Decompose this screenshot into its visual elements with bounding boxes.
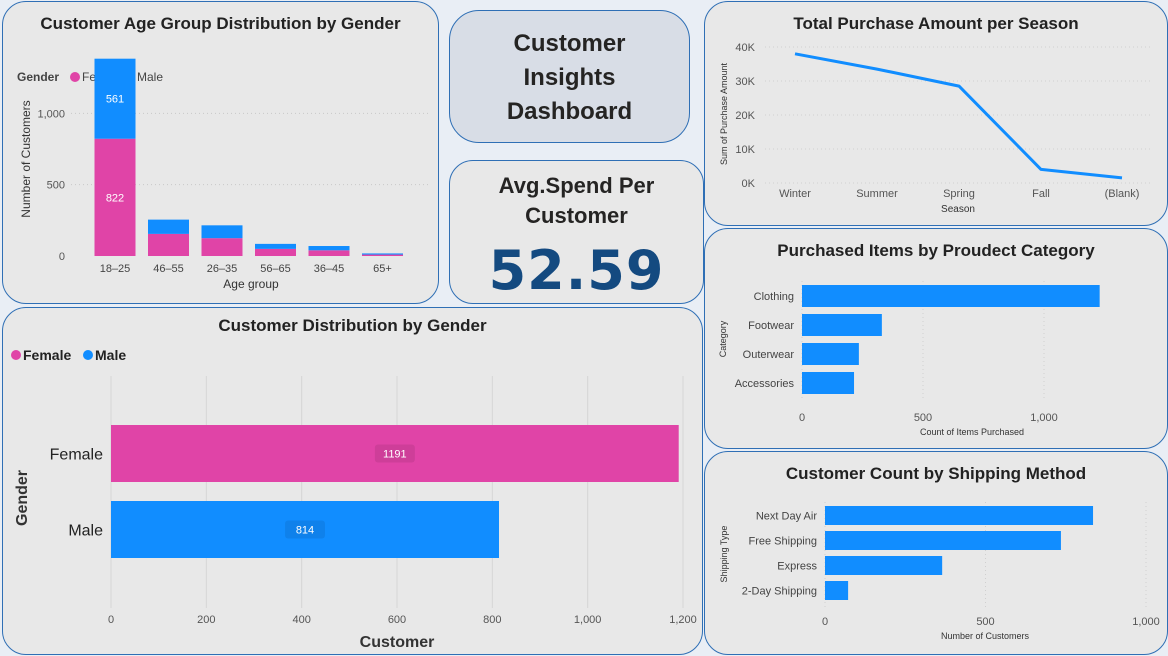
bar-outerwear [802,343,859,365]
bar-male [255,243,296,249]
season-line-chart: 0K 10K 20K 30K 40K Winter Summer Spring Fall (Bla… [719,42,1150,215]
x-tick-label: 56–65 [260,263,291,275]
x-tick-label: 400 [292,614,310,626]
y-tick-label: Free Shipping [749,536,818,548]
y-tick-label: 20K [735,110,755,122]
shipping-bar-chart: 0 500 1,000 Next Day Air Free Shipping Expres… [719,502,1160,641]
bar-footwear [802,314,882,336]
x-tick-label: 600 [388,614,406,626]
x-tick-label: 500 [976,616,994,628]
x-tick-label: 1,000 [1132,616,1160,628]
series-line [794,52,1123,180]
bar-shipping [825,556,943,575]
x-tick-label: 46–55 [153,263,184,275]
legend-title: Gender [17,70,59,84]
legend-marker-male [83,350,93,360]
x-tick-label: 36–45 [314,263,345,275]
x-tick-label: (Blank) [1105,188,1140,200]
bar-clothing [802,285,1100,307]
dashboard-title: Customer Insights Dashboard [506,30,633,125]
bar-shipping [825,531,1061,550]
y-tick-label: Clothing [754,291,794,303]
x-tick-label: 65+ [373,263,392,275]
x-tick-label: 26–35 [207,263,238,275]
dashboard-title-card: Customer Insights Dashboard [449,10,690,143]
bar-male [362,253,403,255]
y-tick-label: Next Day Air [756,511,817,523]
bar-shipping [825,506,1094,525]
bar-female [308,250,350,256]
bar-female [201,238,243,256]
x-tick-label: 0 [799,412,805,424]
y-tick-label: 40K [735,42,755,54]
y-tick-label: 0 [59,251,65,263]
y-tick-label: 30K [735,76,755,88]
legend-marker-female [70,72,80,82]
x-tick-label: 200 [197,614,215,626]
bar-accessories [802,372,855,394]
y-tick-label: 0K [742,178,756,190]
y-axis-label: Shipping Type [719,526,729,583]
bar-shipping [825,581,849,600]
age-group-chart: GenderFemaleMale05001,000Number of Custo… [17,58,428,291]
kpi-label: Avg.Spend Per Customer [498,173,655,228]
x-tick-label: Summer [856,188,898,200]
category-chart-card: Purchased Items by Proudect Category 0 50… [704,228,1168,449]
data-label: 822 [106,192,124,204]
x-tick-label: 1,200 [669,614,697,626]
x-tick-label: 1,000 [574,614,602,626]
x-tick-label: 1,000 [1030,412,1058,424]
data-label: 561 [106,94,124,106]
category-bar-chart: 0 500 1,000 Clothing Footwear Outerwear Access… [718,281,1100,437]
y-tick-label: 10K [735,144,755,156]
x-axis-label: Count of Items Purchased [920,427,1024,437]
y-axis-label: Number of Customers [19,100,33,217]
shipping-chart-card: Customer Count by Shipping Method 0 500 1,… [704,451,1168,655]
x-tick-label: Fall [1032,188,1050,200]
y-tick-label: Male [68,523,103,540]
legend-marker-female [11,350,21,360]
x-tick-label: Spring [943,188,975,200]
bar-male [148,219,189,234]
y-tick-label: 1,000 [37,108,65,120]
gender-distribution-card: Customer Distribution by Gender Female Ma… [2,307,703,655]
x-tick-label: 18–25 [100,263,131,275]
legend-label-male: Male [137,70,163,84]
kpi-value: 52.59 [488,239,665,302]
x-tick-label: 800 [483,614,501,626]
x-tick-label: 0 [822,616,828,628]
y-tick-label: Footwear [748,320,794,332]
legend-label-female: Female [23,347,71,363]
avg-spend-kpi-card: Avg.Spend Per Customer 52.59 [449,160,704,304]
y-tick-label: Express [777,561,817,573]
gender-distribution-chart: Female Male 0 200 400 600 800 1,000 1,200 Female 1… [11,347,697,651]
bar-male [201,225,243,239]
bar-female [148,233,189,256]
data-label: 1191 [383,449,407,461]
x-tick-label: 0 [108,614,114,626]
legend-label-male: Male [95,347,126,363]
age-group-chart-card: Customer Age Group Distribution by Gende… [2,1,439,304]
bar-female [362,254,403,256]
season-chart-card: Total Purchase Amount per Season 0K 10K 20… [704,1,1168,226]
x-axis-label: Age group [223,277,279,291]
y-axis-label: Category [718,320,728,357]
y-axis-label: Gender [14,470,31,526]
data-label: 814 [296,525,314,537]
x-tick-label: 500 [914,412,932,424]
y-tick-label: 2-Day Shipping [742,586,817,598]
bar-female [255,248,296,256]
y-axis-label: Sum of Purchase Amount [719,62,729,165]
y-tick-label: Outerwear [743,349,795,361]
y-tick-label: Accessories [735,378,795,390]
x-axis-label: Customer [360,634,435,651]
bar-male [308,246,350,251]
y-tick-label: 500 [47,180,65,192]
x-axis-label: Season [941,204,975,215]
x-axis-label: Number of Customers [941,631,1030,641]
y-tick-label: Female [50,447,103,464]
x-tick-label: Winter [779,188,811,200]
